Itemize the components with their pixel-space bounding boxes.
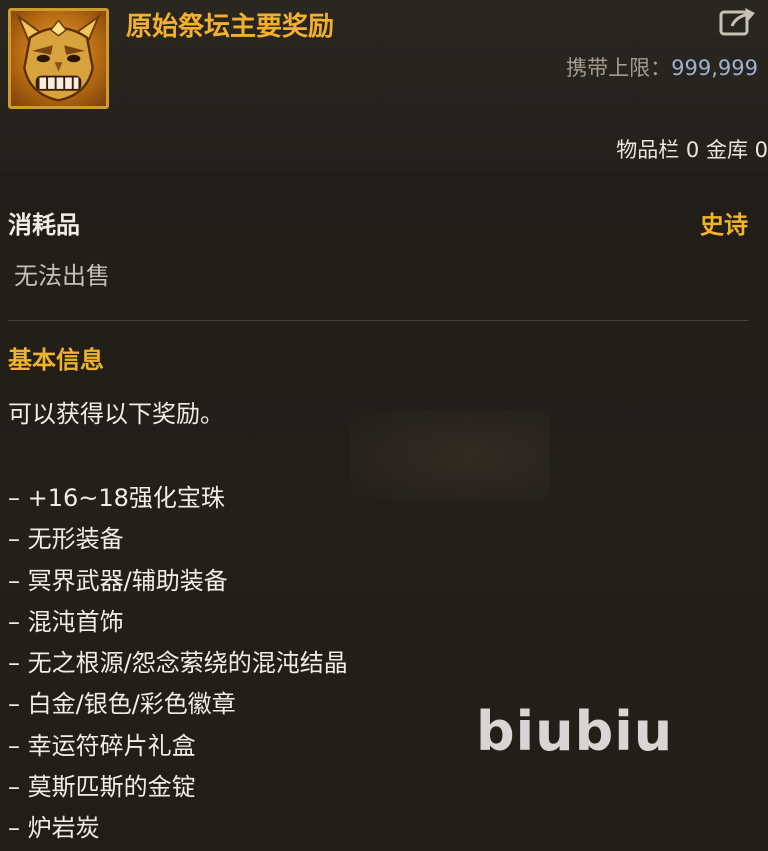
reward-item: – 无之根源/怨念萦绕的混沌结晶	[8, 649, 348, 678]
carry-limit-label: 携带上限：	[566, 56, 672, 80]
reward-item: – 炉岩炭	[8, 814, 100, 843]
section-title: 基本信息	[8, 346, 104, 374]
item-type: 消耗品	[8, 211, 80, 239]
item-title: 原始祭坛主要奖励	[126, 12, 335, 42]
carry-limit-value: 999,999	[671, 56, 758, 80]
carry-limit: 携带上限：999,999	[566, 52, 758, 82]
tooltip-header: 原始祭坛主要奖励 携带上限：999,999 物品栏 0 金库 0	[0, 0, 768, 170]
share-icon[interactable]	[718, 4, 758, 38]
reward-item: – 白金/银色/彩色徽章	[8, 690, 236, 719]
reward-item: – 冥界武器/辅助装备	[8, 566, 228, 595]
reward-item: – 无形装备	[8, 525, 124, 554]
storage-count: 物品栏 0 金库 0	[616, 138, 768, 162]
background-ghost-image	[350, 410, 550, 500]
sell-status: 无法出售	[14, 262, 110, 290]
reward-item: – 幸运符碎片礼盒	[8, 731, 196, 760]
divider	[8, 320, 748, 321]
reward-item: – 混沌首饰	[8, 607, 124, 636]
golden-demon-mask-icon	[8, 8, 109, 109]
reward-item: – 莫斯匹斯的金锭	[8, 773, 196, 802]
reward-item: – +16~18强化宝珠	[8, 484, 225, 512]
item-type-row: 消耗品 史诗	[8, 205, 748, 241]
item-tooltip: 原始祭坛主要奖励 携带上限：999,999 物品栏 0 金库 0 消耗品 史诗 …	[0, 0, 768, 851]
item-rarity: 史诗	[700, 211, 748, 239]
reward-list: – +16~18强化宝珠 – 无形装备 – 冥界武器/辅助装备 – 混沌首饰 –…	[8, 480, 348, 851]
watermark: biubiu	[476, 700, 674, 763]
section-description: 可以获得以下奖励。	[8, 400, 224, 428]
